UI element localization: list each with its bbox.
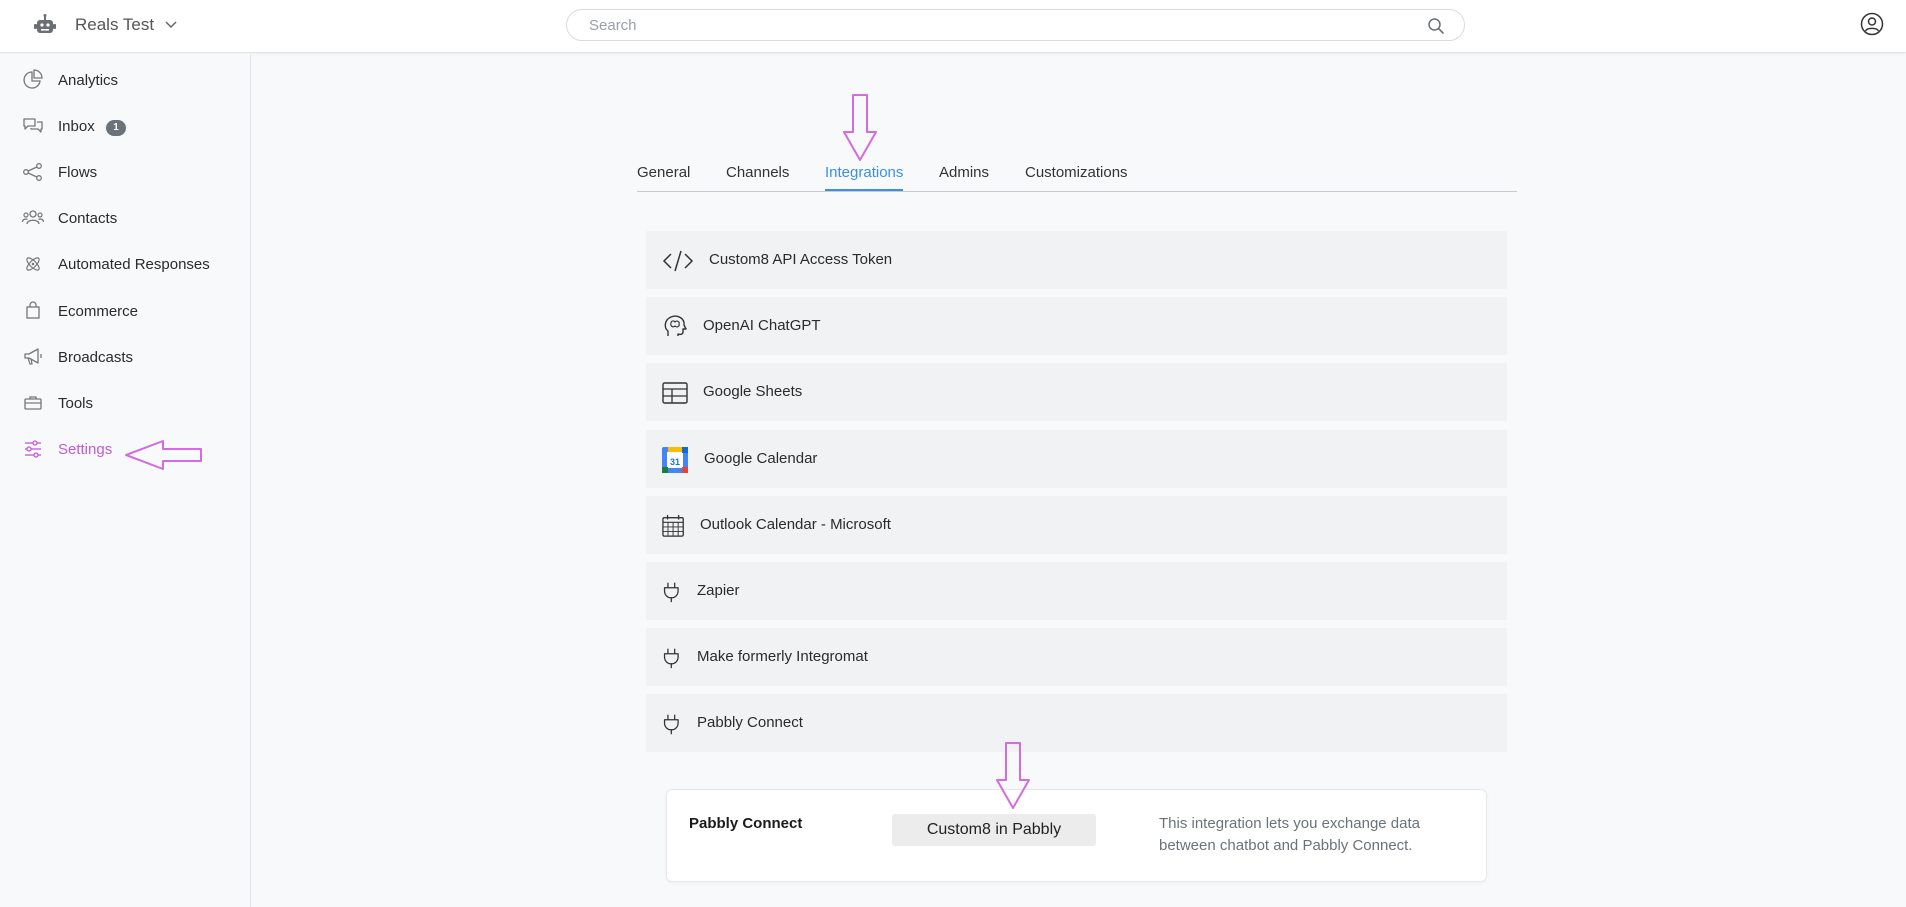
integration-row-google-sheets[interactable]: Google Sheets	[646, 363, 1507, 421]
code-icon	[662, 250, 694, 272]
integration-label: Outlook Calendar - Microsoft	[700, 516, 891, 533]
pabbly-connect-detail-card: Pabbly Connect Custom8 in Pabbly This in…	[666, 789, 1487, 882]
integration-row-make[interactable]: Make formerly Integromat	[646, 628, 1507, 686]
integration-label: Google Sheets	[703, 383, 803, 400]
integration-label: OpenAI ChatGPT	[703, 317, 821, 334]
sidebar-item-label: Settings	[58, 441, 113, 458]
sidebar-item-flows[interactable]: Flows	[0, 153, 250, 193]
integration-row-custom8-api[interactable]: Custom8 API Access Token	[646, 231, 1507, 289]
workspace-name[interactable]: Reals Test	[75, 14, 154, 36]
sidebar-item-label: Ecommerce	[58, 303, 139, 320]
calendar-day-number: 31	[670, 457, 680, 467]
sidebar-item-ecommerce[interactable]: Ecommerce	[0, 292, 250, 332]
integration-label: Pabbly Connect	[697, 714, 803, 731]
sidebar-item-contacts[interactable]: Contacts	[0, 199, 250, 239]
sidebar-item-label: Automated Responses	[58, 256, 210, 273]
sidebar-item-tools[interactable]: Tools	[0, 384, 250, 424]
sidebar: Analytics Inbox 1 Flows Contacts Automat…	[0, 54, 251, 907]
sidebar-item-label: Broadcasts	[58, 349, 134, 366]
sidebar-item-inbox[interactable]: Inbox 1	[0, 107, 250, 147]
integration-label: Make formerly Integromat	[697, 648, 868, 665]
tab-admins[interactable]: Admins	[939, 163, 989, 183]
integration-row-google-calendar[interactable]: 31 Google Calendar	[646, 430, 1507, 488]
tab-integrations[interactable]: Integrations	[825, 163, 904, 191]
plug-icon	[663, 714, 679, 735]
sidebar-item-label: Flows	[58, 164, 98, 181]
automated-responses-icon	[26, 257, 40, 271]
annotation-arrow-down-icon	[996, 742, 1030, 809]
plug-icon	[663, 582, 679, 603]
integration-row-zapier[interactable]: Zapier	[646, 562, 1507, 620]
contacts-icon	[22, 210, 44, 225]
annotation-arrow-down-icon	[843, 94, 877, 161]
flows-icon	[23, 163, 42, 181]
detail-title: Pabbly Connect	[689, 815, 803, 832]
top-bar: Reals Test	[0, 0, 1906, 53]
megaphone-icon	[24, 348, 42, 365]
user-account-icon[interactable]	[1860, 12, 1884, 36]
google-calendar-icon: 31	[662, 447, 688, 473]
tab-general[interactable]: General	[637, 163, 690, 183]
bot-icon[interactable]	[34, 14, 56, 36]
integration-row-openai-chatgpt[interactable]: OpenAI ChatGPT	[646, 297, 1507, 355]
shopping-bag-icon	[26, 301, 40, 319]
integration-label: Zapier	[697, 582, 740, 599]
table-icon	[662, 382, 688, 404]
integration-label: Google Calendar	[704, 450, 818, 467]
inbox-icon	[23, 118, 43, 133]
unread-count-badge: 1	[106, 120, 126, 136]
integration-label: Custom8 API Access Token	[709, 251, 893, 268]
sidebar-item-label: Analytics	[58, 72, 119, 89]
sidebar-item-label: Contacts	[58, 210, 118, 227]
sidebar-item-broadcasts[interactable]: Broadcasts	[0, 338, 250, 378]
calendar-grid-icon	[662, 514, 684, 537]
sliders-icon	[25, 440, 41, 458]
settings-tabs: General Channels Integrations Admins Cus…	[637, 155, 1517, 192]
sidebar-item-automated-responses[interactable]: Automated Responses	[0, 245, 250, 285]
chevron-down-icon[interactable]	[164, 19, 178, 31]
custom8-in-pabbly-button[interactable]: Custom8 in Pabbly	[892, 814, 1096, 846]
sidebar-item-label: Tools	[58, 395, 94, 412]
annotation-arrow-left-icon	[125, 440, 202, 470]
plug-icon	[663, 648, 679, 669]
search-icon[interactable]	[1427, 17, 1445, 35]
detail-description: This integration lets you exchange data …	[1159, 815, 1420, 854]
search-input[interactable]	[589, 15, 1389, 35]
analytics-icon	[23, 69, 43, 89]
integration-row-pabbly-connect[interactable]: Pabbly Connect	[646, 694, 1507, 752]
sidebar-item-analytics[interactable]: Analytics	[0, 61, 250, 101]
tab-customizations[interactable]: Customizations	[1025, 163, 1128, 183]
briefcase-icon	[24, 396, 42, 410]
sidebar-item-label: Inbox	[58, 118, 95, 135]
integration-row-outlook-calendar[interactable]: Outlook Calendar - Microsoft	[646, 496, 1507, 554]
search-box	[566, 9, 1465, 41]
tab-channels[interactable]: Channels	[726, 163, 789, 183]
brain-head-icon	[664, 315, 687, 336]
